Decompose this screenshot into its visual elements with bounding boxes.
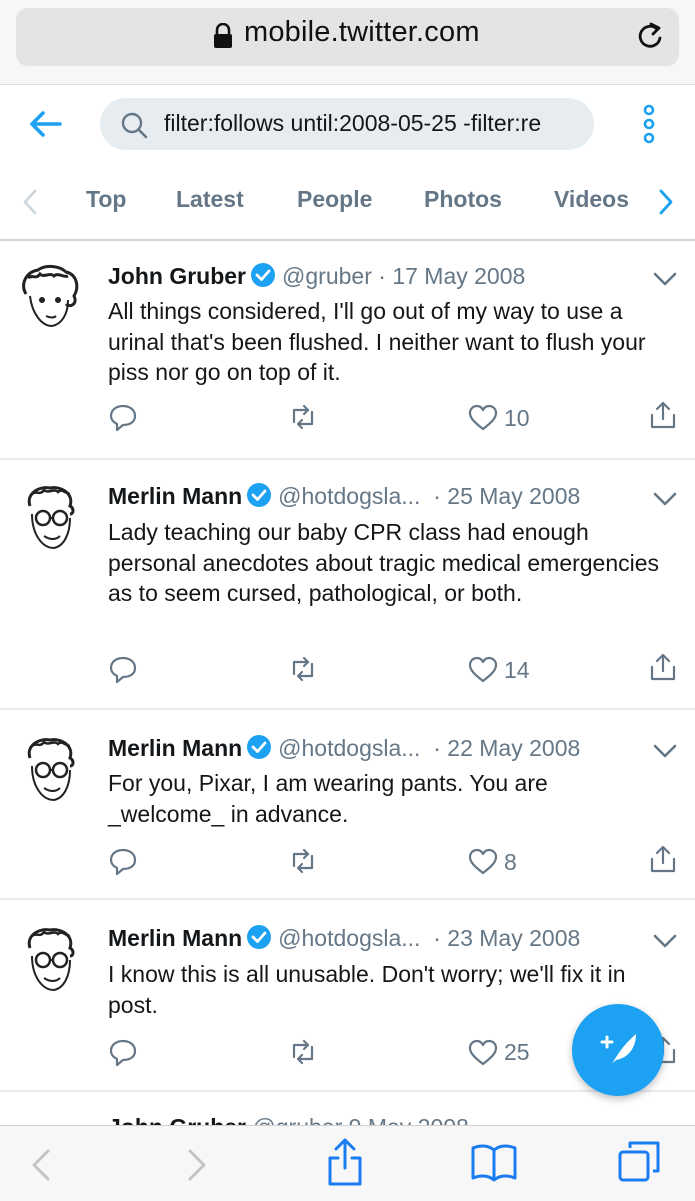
tweet-text: Lady teaching our baby CPR class had eno… xyxy=(108,519,660,606)
like-count: 8 xyxy=(504,849,517,875)
tweet-date[interactable]: 22 May 2008 xyxy=(447,735,580,761)
chevron-down-icon[interactable] xyxy=(652,271,678,287)
tab-people[interactable]: People xyxy=(297,186,372,213)
author-handle[interactable]: @gruber xyxy=(282,263,372,289)
share-icon[interactable] xyxy=(326,1136,364,1188)
tabs-icon[interactable] xyxy=(616,1138,664,1184)
lock-icon xyxy=(214,23,232,48)
chevron-down-icon[interactable] xyxy=(652,933,678,949)
separator-dot: · xyxy=(378,263,386,289)
avatar[interactable] xyxy=(16,926,82,996)
tweet-header: John Gruber @gruber · 17 May 2008 xyxy=(108,262,525,290)
browser-toolbar xyxy=(0,1125,695,1201)
retweet-icon[interactable] xyxy=(288,402,318,432)
chevron-down-icon[interactable] xyxy=(652,491,678,507)
tweet[interactable]: John Gruber @gruber · 17 May 2008 All thi… xyxy=(0,240,695,460)
url-text[interactable]: mobile.twitter.com xyxy=(244,16,480,49)
author-name[interactable]: Merlin Mann xyxy=(108,925,242,951)
tweet-text: I know this is all unusable. Don't worry… xyxy=(108,961,626,1018)
reply-icon[interactable] xyxy=(108,402,138,432)
separator-dot: · xyxy=(433,925,441,951)
tweet-header: Merlin Mann @hotdogsla... · 22 May 2008 xyxy=(108,734,580,762)
tweet-header: Merlin Mann @hotdogsla... · 25 May 2008 xyxy=(108,482,580,510)
compose-feather-icon xyxy=(600,1034,636,1068)
back-icon[interactable] xyxy=(30,1148,52,1182)
author-handle[interactable]: @hotdogsla... xyxy=(278,925,420,951)
tab-photos[interactable]: Photos xyxy=(424,186,502,213)
chevron-left-icon[interactable] xyxy=(20,189,40,215)
compose-tweet-button[interactable] xyxy=(572,1004,664,1096)
author-handle[interactable]: @hotdogsla... xyxy=(278,735,420,761)
like-count: 10 xyxy=(504,405,530,431)
tweet-date[interactable]: 17 May 2008 xyxy=(392,263,525,289)
reply-icon[interactable] xyxy=(108,1037,138,1067)
author-name[interactable]: Merlin Mann xyxy=(108,735,242,761)
tab-top[interactable]: Top xyxy=(86,186,126,213)
chevron-down-icon[interactable] xyxy=(652,743,678,759)
search-icon xyxy=(121,112,148,139)
chevron-right-icon[interactable] xyxy=(656,189,676,215)
author-handle[interactable]: @hotdogsla... xyxy=(278,483,420,509)
verified-badge-icon xyxy=(251,263,276,287)
author-name[interactable]: John Gruber xyxy=(108,263,246,289)
tweet-text: For you, Pixar, I am wearing pants. You … xyxy=(108,770,548,827)
retweet-icon[interactable] xyxy=(288,1037,318,1067)
reload-icon[interactable] xyxy=(636,20,666,52)
tweet-text: All things considered, I'll go out of my… xyxy=(108,298,646,385)
tweet-date[interactable]: 25 May 2008 xyxy=(447,483,580,509)
separator-dot: · xyxy=(433,483,441,509)
tweet[interactable]: Merlin Mann @hotdogsla... · 25 May 2008 L… xyxy=(0,460,695,710)
share-icon[interactable] xyxy=(648,844,678,874)
like-icon[interactable] xyxy=(468,403,498,433)
search-input[interactable]: filter:follows until:2008-05-25 -filter:… xyxy=(164,110,584,137)
reply-icon[interactable] xyxy=(108,654,138,684)
tab-latest[interactable]: Latest xyxy=(176,186,244,213)
retweet-icon[interactable] xyxy=(288,654,318,684)
like-count: 25 xyxy=(504,1039,530,1065)
tab-videos[interactable]: Videos xyxy=(554,186,629,213)
avatar[interactable] xyxy=(16,484,82,554)
reply-icon[interactable] xyxy=(108,846,138,876)
author-name[interactable]: Merlin Mann xyxy=(108,483,242,509)
avatar[interactable] xyxy=(16,264,82,334)
like-count: 14 xyxy=(504,657,530,683)
bookmarks-icon[interactable] xyxy=(470,1142,518,1182)
back-arrow-icon[interactable] xyxy=(26,108,66,140)
avatar[interactable] xyxy=(16,736,82,806)
verified-badge-icon xyxy=(247,735,272,759)
tweet-header: Merlin Mann @hotdogsla... · 23 May 2008 xyxy=(108,924,580,952)
forward-icon[interactable] xyxy=(186,1148,208,1182)
like-icon[interactable] xyxy=(468,655,498,685)
tweet[interactable]: Merlin Mann @hotdogsla... · 22 May 2008 F… xyxy=(0,710,695,900)
separator-dot: · xyxy=(433,735,441,761)
share-icon[interactable] xyxy=(648,652,678,682)
verified-badge-icon xyxy=(247,925,272,949)
like-icon[interactable] xyxy=(468,1038,498,1068)
retweet-icon[interactable] xyxy=(288,846,318,876)
share-icon[interactable] xyxy=(648,400,678,430)
more-options-icon[interactable] xyxy=(640,104,658,144)
tweet-date[interactable]: 23 May 2008 xyxy=(447,925,580,951)
like-icon[interactable] xyxy=(468,847,498,877)
verified-badge-icon xyxy=(247,483,272,507)
